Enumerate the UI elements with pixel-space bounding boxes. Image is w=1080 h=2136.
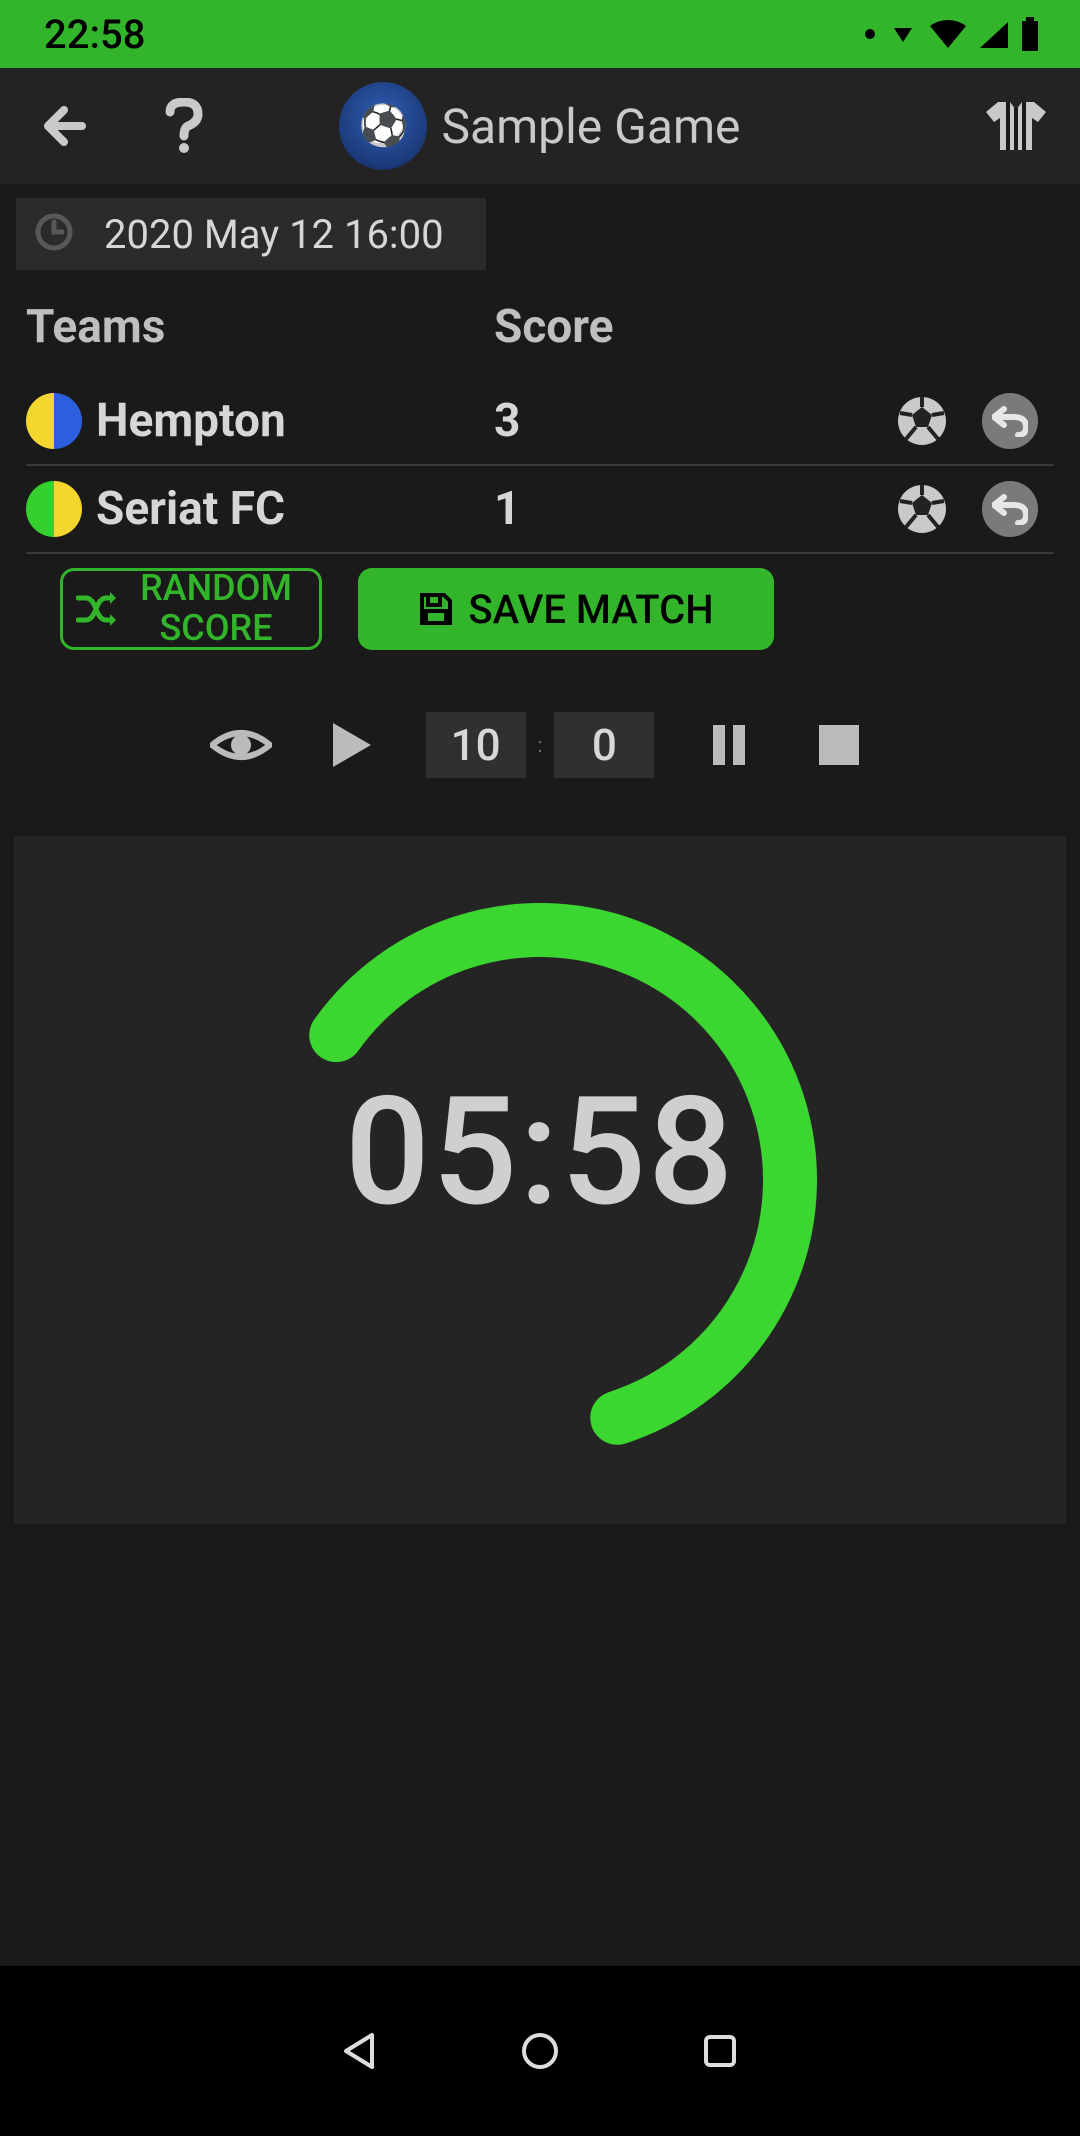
team-score: 3 xyxy=(494,394,614,448)
battery-icon xyxy=(1020,17,1040,51)
nav-recent[interactable] xyxy=(690,2021,750,2081)
stop-button[interactable] xyxy=(804,710,874,780)
timer-panel: 05:58 xyxy=(14,836,1066,1524)
stop-icon xyxy=(817,723,861,767)
page-title: Sample Game xyxy=(441,98,740,155)
circle-icon xyxy=(520,2031,560,2071)
system-nav xyxy=(0,1966,1080,2136)
undo-goal-button[interactable] xyxy=(982,481,1038,537)
question-icon xyxy=(162,98,206,154)
timer-display: 05:58 xyxy=(345,1064,736,1240)
team-name: Seriat FC xyxy=(96,482,285,536)
shuffle-icon xyxy=(76,592,116,626)
save-match-button[interactable]: SAVE MATCH xyxy=(358,568,774,650)
nav-home[interactable] xyxy=(510,2021,570,2081)
minutes-input[interactable]: 10 xyxy=(426,712,526,778)
view-button[interactable] xyxy=(206,710,276,780)
time-colon: : xyxy=(538,733,543,757)
jersey-button[interactable] xyxy=(976,86,1056,166)
wifi-icon xyxy=(928,18,968,50)
random-score-label: RANDOM SCORE xyxy=(126,569,306,648)
undo-goal-button[interactable] xyxy=(982,393,1038,449)
arrow-left-icon xyxy=(40,102,88,150)
team-badge xyxy=(26,481,82,537)
play-button[interactable] xyxy=(316,710,386,780)
app-bar: Sample Game xyxy=(0,68,1080,184)
team-score: 1 xyxy=(494,482,614,536)
soccer-ball-icon xyxy=(896,483,948,535)
status-bar: 22:58 xyxy=(0,0,1080,68)
nav-back[interactable] xyxy=(330,2021,390,2081)
app-logo xyxy=(339,82,427,170)
square-icon xyxy=(700,2031,740,2071)
score-table: Teams Score Hempton 3 xyxy=(0,270,1080,650)
timer-controls: 10 : 0 xyxy=(0,710,1080,780)
save-match-label: SAVE MATCH xyxy=(468,586,713,633)
table-row: Seriat FC 1 xyxy=(26,466,1054,554)
random-score-button[interactable]: RANDOM SCORE xyxy=(60,568,322,650)
soccer-ball-icon xyxy=(896,395,948,447)
header-teams: Teams xyxy=(26,300,494,354)
header-score: Score xyxy=(494,300,614,354)
team-name: Hempton xyxy=(96,394,286,448)
pause-button[interactable] xyxy=(694,710,764,780)
add-goal-button[interactable] xyxy=(894,481,950,537)
table-row: Hempton 3 xyxy=(26,378,1054,466)
triangle-left-icon xyxy=(340,2031,380,2071)
help-button[interactable] xyxy=(144,86,224,166)
status-time: 22:58 xyxy=(44,11,145,58)
dropdown-icon xyxy=(888,22,918,46)
status-icons xyxy=(862,17,1040,51)
play-icon xyxy=(329,721,373,769)
add-goal-button[interactable] xyxy=(894,393,950,449)
team-badge xyxy=(26,393,82,449)
eye-icon xyxy=(210,725,272,765)
table-header: Teams Score xyxy=(26,300,1054,354)
pause-icon xyxy=(711,723,747,767)
date-text: 2020 May 12 16:00 xyxy=(104,211,444,258)
undo-icon xyxy=(992,405,1028,437)
back-button[interactable] xyxy=(24,86,104,166)
clock-icon xyxy=(34,212,74,256)
jersey-icon xyxy=(984,100,1048,152)
undo-icon xyxy=(992,493,1028,525)
date-chip[interactable]: 2020 May 12 16:00 xyxy=(16,198,486,270)
dot-icon xyxy=(862,26,878,42)
save-icon xyxy=(418,591,454,627)
seconds-input[interactable]: 0 xyxy=(554,712,654,778)
button-row: RANDOM SCORE SAVE MATCH xyxy=(26,554,1054,650)
signal-icon xyxy=(978,18,1010,50)
